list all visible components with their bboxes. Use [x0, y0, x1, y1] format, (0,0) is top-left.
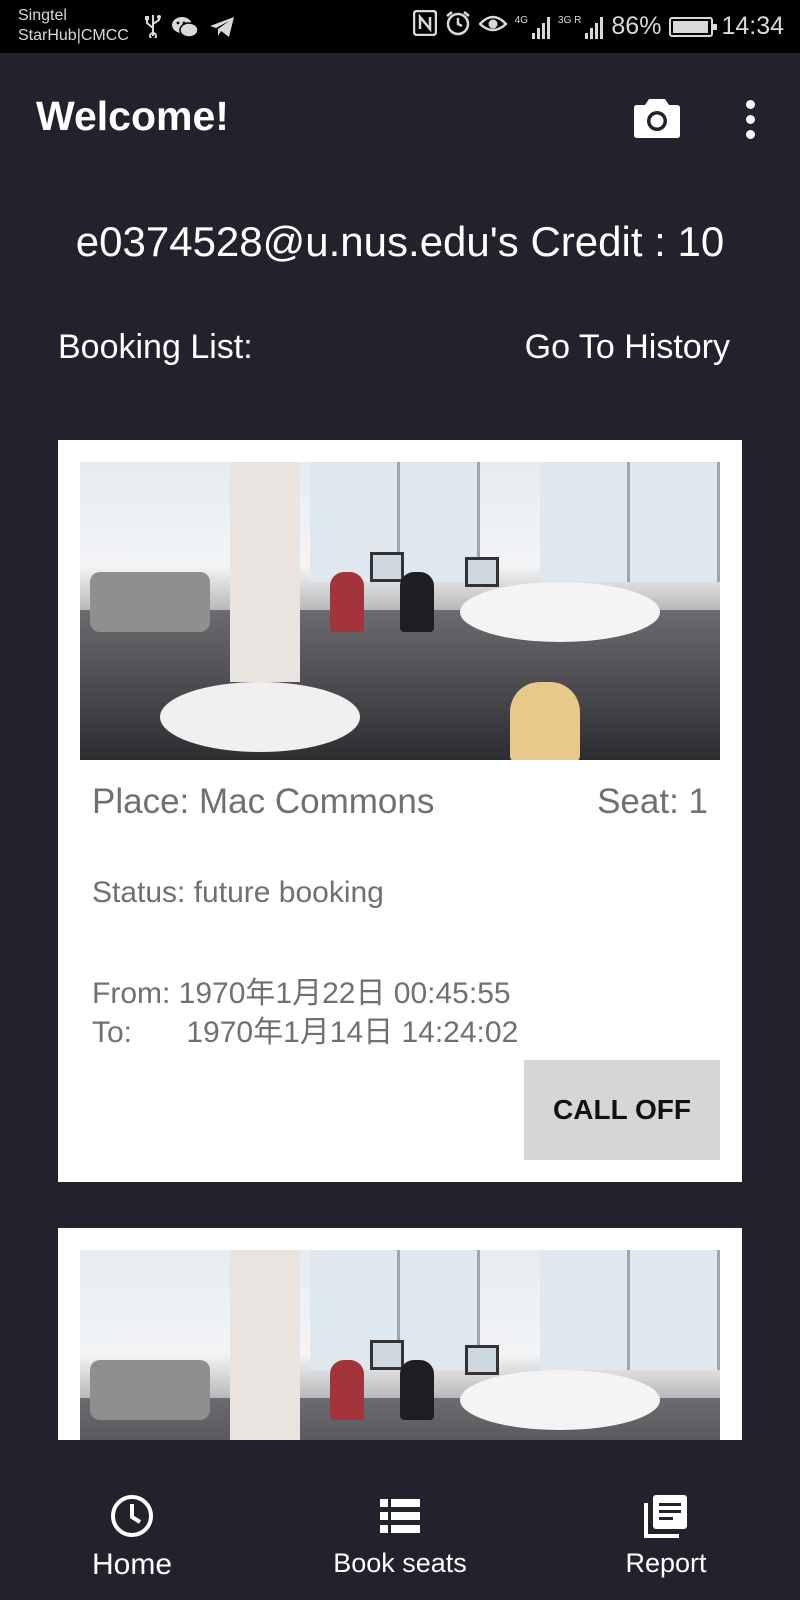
booking-list[interactable]: Place: Mac Commons Seat: 1 Status: futur… — [58, 440, 742, 1440]
to-time: To: 1970年1月14日 14:24:02 — [92, 1013, 708, 1052]
battery-percent: 86% — [611, 12, 662, 40]
app-bar: Welcome! — [0, 53, 800, 178]
booking-card: Place: Mac Commons Seat: 1 Status: futur… — [58, 440, 742, 1182]
list-icon — [380, 1499, 420, 1533]
nav-book-seats[interactable]: Book seats — [320, 1440, 480, 1600]
camera-button[interactable] — [630, 91, 684, 145]
place-photo — [80, 1250, 720, 1440]
network-1: 4G — [514, 14, 529, 26]
credit-text: e0374528@u.nus.edu's Credit : 10 — [75, 218, 725, 265]
signal-icon: 4G — [514, 14, 551, 39]
nav-home[interactable]: Home — [72, 1440, 192, 1600]
usb-icon — [145, 14, 161, 44]
camera-icon — [634, 99, 680, 138]
eye-comfort-icon — [477, 12, 508, 41]
place-seat-row: Place: Mac Commons Seat: 1 — [80, 782, 720, 822]
battery-icon — [669, 16, 718, 37]
place-photo — [80, 462, 720, 760]
carrier-2: StarHub|CMCC — [18, 27, 129, 44]
booking-times: From: 1970年1月22日 00:45:55 To: 1970年1月14日… — [80, 974, 720, 1052]
call-off-button[interactable]: CALL OFF — [524, 1060, 720, 1160]
wechat-icon — [171, 15, 199, 44]
bottom-navigation: Home Book seats Report — [0, 1440, 800, 1600]
report-icon — [644, 1495, 687, 1538]
carrier-1: Singtel — [18, 7, 67, 24]
more-options-button[interactable] — [732, 93, 768, 145]
alarm-icon — [445, 10, 471, 43]
page-title: Welcome! — [36, 93, 229, 139]
nav-home-label: Home — [91, 1548, 173, 1581]
nav-report[interactable]: Report — [606, 1440, 726, 1600]
place-name: Place: Mac Commons — [92, 782, 435, 821]
network-2: 3G R — [558, 14, 582, 26]
from-value: 1970年1月22日 00:45:55 — [178, 977, 511, 1010]
go-to-history-link[interactable]: Go To History — [525, 328, 730, 367]
more-vert-icon — [745, 99, 755, 109]
notification-icons — [145, 14, 235, 44]
signal-2-icon: 3G R — [558, 14, 604, 39]
from-label: From: — [92, 977, 171, 1010]
nav-book-seats-label: Book seats — [333, 1548, 467, 1578]
system-status: 4G 3G R 86% 14:34 — [412, 9, 784, 43]
carrier-info: Singtel StarHub|CMCC — [18, 6, 129, 46]
to-value: 1970年1月14日 14:24:02 — [186, 1016, 519, 1049]
from-time: From: 1970年1月22日 00:45:55 — [92, 974, 708, 1013]
seat-number: Seat: 1 — [597, 782, 708, 821]
booking-card — [58, 1228, 742, 1440]
clock-time: 14:34 — [721, 12, 784, 40]
nfc-icon — [412, 9, 437, 43]
to-label: To: — [92, 1016, 133, 1049]
nav-report-label: Report — [625, 1548, 707, 1578]
booking-list-label: Booking List: — [58, 328, 253, 366]
clock-icon — [111, 1495, 153, 1537]
booking-status: Status: future booking — [92, 876, 384, 909]
status-bar: Singtel StarHub|CMCC 4G 3G R 86% 14:34 — [0, 0, 800, 53]
telegram-icon — [209, 16, 235, 43]
